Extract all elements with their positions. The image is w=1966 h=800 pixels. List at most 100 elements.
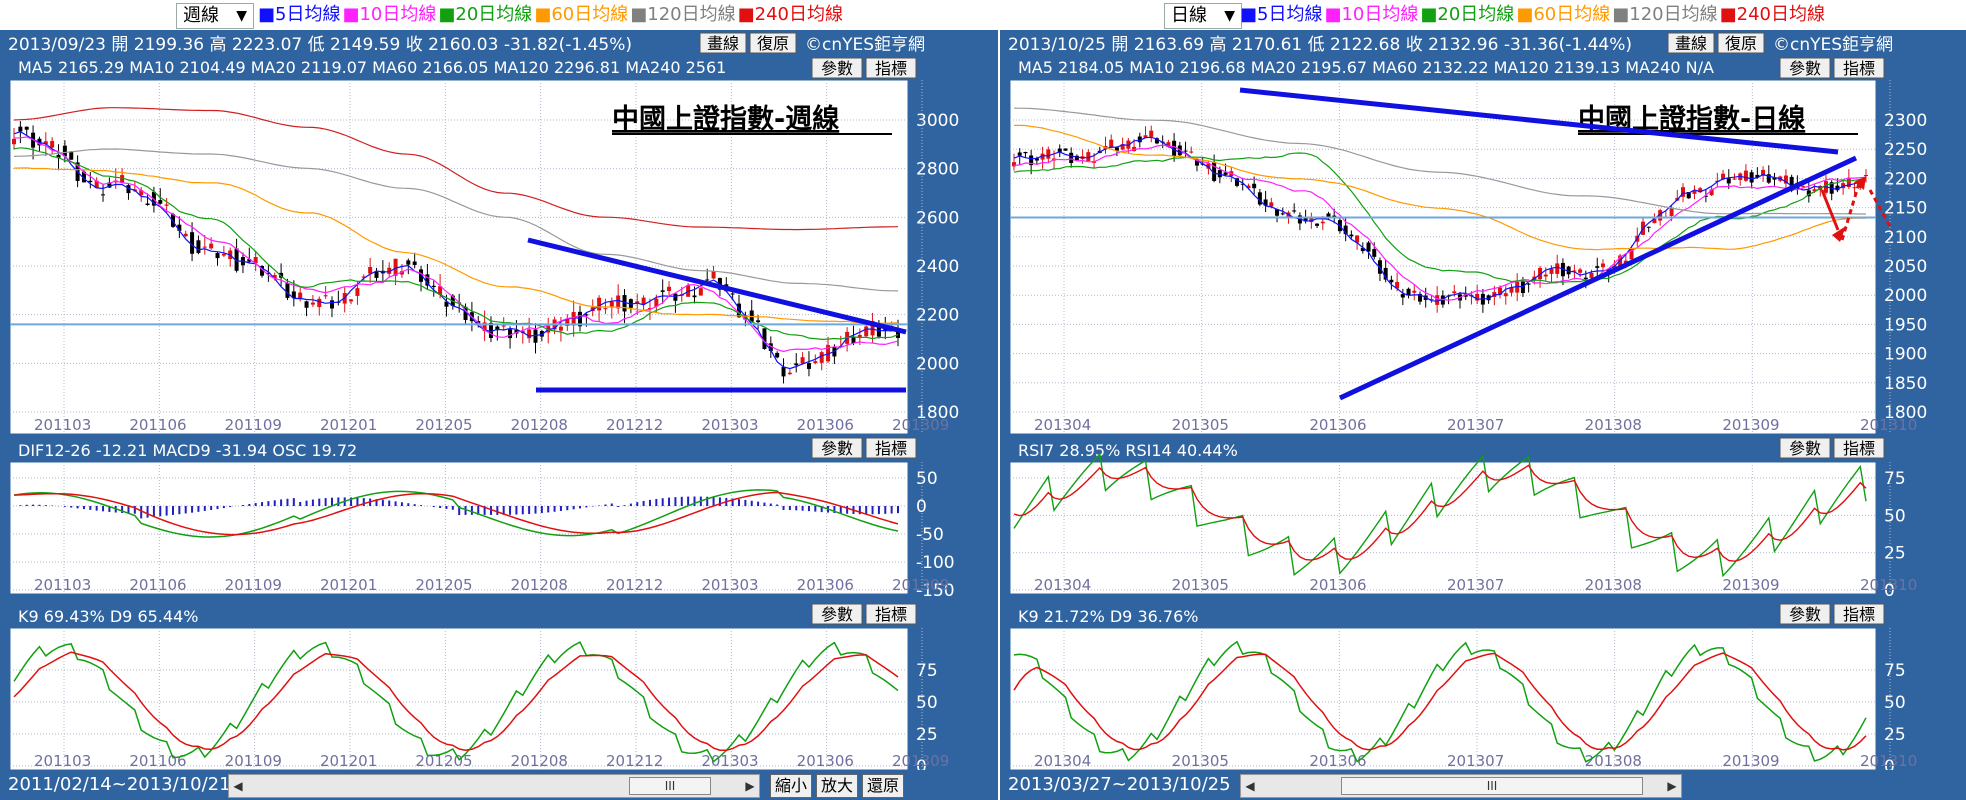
kd-tick: 25	[1884, 725, 1906, 745]
x-tick-label: 201309	[1722, 576, 1779, 594]
kd-tick: 50	[1884, 693, 1906, 713]
kd-tick: 25	[916, 725, 938, 745]
x-tick-label: 201307	[1447, 752, 1504, 770]
indicator-button-label: 指標	[875, 439, 907, 458]
candle-body	[1732, 178, 1737, 180]
candle-body	[800, 357, 805, 364]
weekly-chart-pane: 週線 ▼ ■5日均線 ■10日均線 ■20日均線 ■60日均線 ■120日均線 ■240日均…	[0, 0, 998, 800]
candle-body	[24, 126, 29, 130]
candle-body	[431, 285, 436, 288]
candle-body	[1292, 210, 1297, 212]
params-button-label: 參數	[821, 605, 853, 624]
legend-ma240: ■240日均線	[737, 4, 843, 25]
params-button-label: 參數	[1789, 605, 1821, 624]
period-select[interactable]: 週線 ▼	[176, 3, 254, 29]
candle-body	[794, 363, 799, 366]
period-select[interactable]: 日線 ▼	[1164, 3, 1242, 29]
candle-body	[730, 293, 735, 295]
x-tick-label: 201305	[1172, 416, 1229, 434]
legend-ma60: ■60日均線	[1516, 4, 1611, 25]
x-tick-label: 201306	[797, 576, 854, 594]
range-bar: 2011/02/14~2013/10/21 ◀ III ▶ 縮小 放大 還原	[0, 770, 998, 800]
candle-body	[368, 266, 373, 274]
candle-body	[120, 175, 125, 183]
candle-body	[1543, 274, 1548, 277]
candle-body	[349, 299, 354, 302]
candle-body	[215, 252, 220, 259]
candle-body	[756, 320, 761, 323]
date-range: 2011/02/14~2013/10/21	[8, 774, 231, 795]
indicator-button-label: 指標	[875, 605, 907, 624]
x-tick-label: 201106	[129, 576, 186, 594]
x-tick-label: 201103	[34, 752, 91, 770]
toolbar: 日線 ▼ ■5日均線 ■10日均線 ■20日均線 ■60日均線 ■120日均線 ■240日均…	[1000, 0, 1966, 30]
params-button-label: 參數	[1789, 439, 1821, 458]
reset-button[interactable]: 還原	[862, 774, 905, 798]
legend-ma120: ■120日均線	[1612, 4, 1718, 25]
candle-body	[616, 295, 621, 309]
x-tick-label: 201307	[1447, 416, 1504, 434]
candle-body	[1063, 148, 1068, 151]
candle-body	[285, 283, 290, 298]
scroll-right-icon[interactable]: ▶	[741, 775, 759, 797]
ma-header: MA5 2184.05 MA10 2196.68 MA20 2195.67 MA…	[1018, 58, 1714, 77]
date-range: 2013/03/27~2013/10/25	[1008, 774, 1231, 795]
x-tick-label: 201308	[1585, 416, 1642, 434]
scroll-thumb[interactable]: III	[1341, 777, 1643, 795]
candle-body	[50, 140, 55, 148]
x-tick-label: 201306	[1309, 576, 1366, 594]
candle-body	[1183, 150, 1188, 152]
kd-tick: 50	[916, 693, 938, 713]
toolbar: 週線 ▼ ■5日均線 ■10日均線 ■20日均線 ■60日均線 ■120日均線 ■240日均…	[0, 0, 998, 30]
candle-body	[692, 295, 697, 298]
ma-header: MA5 2165.29 MA10 2104.49 MA20 2119.07 MA…	[18, 58, 726, 77]
x-tick-label: 201310	[1860, 416, 1917, 434]
scroll-thumb[interactable]: III	[629, 777, 711, 795]
scrollbar[interactable]: ◀ III ▶	[228, 774, 760, 798]
candle-body	[527, 329, 532, 339]
x-tick-label: 201304	[1034, 416, 1091, 434]
x-tick-label: 201310	[1860, 576, 1917, 594]
candle-body	[501, 325, 506, 327]
candle-body	[209, 243, 214, 249]
mid-tick: 50	[1884, 506, 1906, 526]
x-tick-label: 201201	[320, 416, 377, 434]
candle-body	[705, 279, 710, 281]
candle-body	[711, 271, 716, 279]
candle-body	[1023, 151, 1028, 154]
candle-body	[819, 352, 824, 363]
zoom-in-button[interactable]: 放大	[816, 774, 859, 798]
daily-chart-pane: 日線 ▼ ■5日均線 ■10日均線 ■20日均線 ■60日均線 ■120日均線 ■240日均…	[1000, 0, 1966, 800]
candle-body	[323, 295, 328, 297]
ma-legend: ■5日均線 ■10日均線 ■20日均線 ■60日均線 ■120日均線 ■240日均線	[1240, 3, 1827, 27]
candle-body	[69, 151, 74, 160]
scroll-right-icon[interactable]: ▶	[1663, 775, 1681, 797]
x-tick-label: 201303	[701, 416, 758, 434]
candle-body	[355, 288, 360, 296]
candle-body	[1435, 295, 1440, 305]
scroll-left-icon[interactable]: ◀	[229, 775, 247, 797]
x-tick-label: 201305	[1172, 752, 1229, 770]
indicator-button-label: 指標	[1843, 605, 1875, 624]
candle-body	[667, 286, 672, 292]
legend-ma60: ■60日均線	[534, 4, 629, 25]
period-value: 週線	[183, 5, 219, 26]
mid-tick: -50	[916, 525, 944, 545]
kd-header: K9 69.43% D9 65.44%	[18, 607, 198, 626]
indicator-button-label: 指標	[1843, 59, 1875, 78]
candle-body	[673, 293, 678, 301]
scroll-left-icon[interactable]: ◀	[1241, 775, 1259, 797]
candle-body	[317, 298, 322, 308]
scrollbar[interactable]: ◀ III ▶	[1240, 774, 1682, 798]
ohlc-header: 2013/09/23 開 2199.36 高 2223.07 低 2149.59…	[8, 35, 632, 55]
candle-body	[412, 261, 417, 265]
candle-body	[406, 260, 411, 265]
mid-tick: 75	[1884, 469, 1906, 489]
candle-body	[18, 126, 23, 132]
candle-body	[1280, 213, 1285, 215]
candle-body	[1017, 152, 1022, 156]
candle-body	[310, 302, 315, 305]
zoom-out-button[interactable]: 縮小	[770, 774, 813, 798]
candle-body	[603, 308, 608, 310]
rsi-header: RSI7 28.95% RSI14 40.44%	[1018, 441, 1238, 460]
